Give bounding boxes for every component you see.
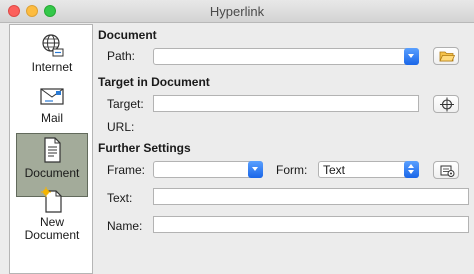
hyperlink-type-sidebar: Internet Mail Document New Document (9, 24, 93, 274)
path-label: Path: (107, 49, 136, 63)
name-label: Name: (107, 219, 143, 233)
url-label: URL: (107, 120, 135, 134)
events-icon (440, 165, 455, 177)
chevron-down-icon[interactable] (404, 48, 419, 65)
further-settings-title: Further Settings (98, 141, 191, 155)
title-bar: Hyperlink (0, 0, 474, 23)
sidebar-item-mail[interactable]: Mail (16, 85, 88, 131)
text-label: Text: (107, 191, 133, 205)
form-select[interactable]: Text (318, 161, 419, 178)
new-document-icon (41, 187, 62, 213)
sidebar-item-label: New Document (24, 215, 80, 242)
window-title: Hyperlink (209, 4, 265, 19)
up-down-arrows-icon[interactable] (404, 161, 419, 178)
document-icon (44, 137, 61, 163)
chevron-down-icon[interactable] (248, 161, 263, 178)
path-combobox[interactable] (153, 48, 419, 65)
sidebar-item-label: Document (24, 166, 80, 180)
open-file-button[interactable] (433, 47, 459, 65)
target-section-title: Target in Document (98, 75, 210, 89)
name-input[interactable] (153, 216, 469, 233)
target-input[interactable] (153, 95, 419, 112)
envelope-icon (40, 88, 64, 105)
globe-icon (42, 34, 64, 57)
text-input[interactable] (153, 188, 469, 205)
sidebar-item-label: Mail (40, 111, 63, 125)
form-value: Text (323, 163, 346, 177)
sidebar-item-new-document[interactable]: New Document (16, 187, 88, 247)
sidebar-item-label: Internet (31, 60, 73, 74)
target-in-document-button[interactable] (433, 95, 459, 113)
events-button[interactable] (433, 161, 459, 179)
sidebar-item-internet[interactable]: Internet (16, 32, 88, 78)
frame-combobox[interactable] (153, 161, 263, 178)
document-section-title: Document (98, 28, 157, 42)
target-icon (440, 97, 454, 112)
frame-label: Frame: (107, 163, 146, 177)
folder-open-icon (439, 51, 455, 62)
target-label: Target: (107, 97, 144, 111)
form-label: Form: (276, 163, 308, 177)
